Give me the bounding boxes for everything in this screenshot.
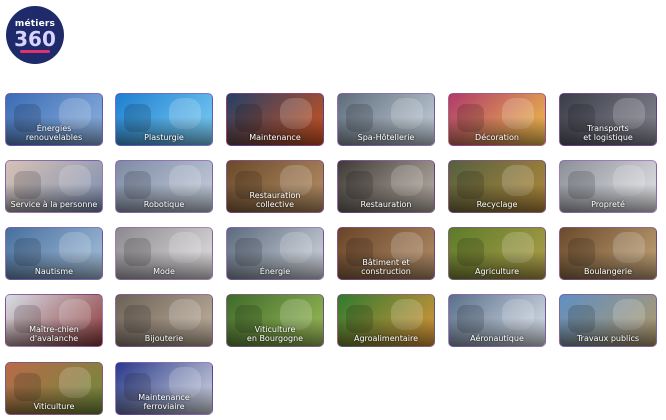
job-tile[interactable]: Service à la personne [5, 160, 103, 213]
tile-label: Maintenance [249, 133, 301, 142]
job-tile[interactable]: Propreté [559, 160, 657, 213]
tile-label: Viticulture [33, 402, 75, 411]
job-tile[interactable]: Recyclage [448, 160, 546, 213]
logo-underline [20, 49, 50, 53]
job-tile[interactable]: Viticulture [5, 362, 103, 415]
tile-label: Viticulture en Bourgogne [246, 325, 304, 343]
job-tile[interactable]: Nautisme [5, 227, 103, 280]
job-tile[interactable]: Maintenance ferroviaire [115, 362, 213, 415]
tile-label: Aéronautique [470, 334, 524, 343]
tile-label: Transports et logistique [583, 124, 633, 142]
tile-label: Restauration [360, 200, 412, 209]
job-tile[interactable]: Maître-chien d'avalanche [5, 294, 103, 347]
tile-label: Bijouterie [144, 334, 184, 343]
job-tile[interactable]: Transports et logistique [559, 93, 657, 146]
tile-label: Énergie [259, 267, 291, 276]
job-tile[interactable]: Restauration [337, 160, 435, 213]
tile-label: Mode [153, 267, 175, 276]
tile-label: Spa-Hôtellerie [357, 133, 415, 142]
tile-label: Maintenance ferroviaire [138, 393, 190, 411]
job-tile[interactable]: Agriculture [448, 227, 546, 280]
job-tile[interactable]: Viticulture en Bourgogne [226, 294, 324, 347]
job-tile[interactable]: Bâtiment et construction [337, 227, 435, 280]
job-tile[interactable]: Plasturgie [115, 93, 213, 146]
job-tile[interactable]: Énergies renouvelables [5, 93, 103, 146]
tile-label: Énergies renouvelables [25, 124, 83, 142]
job-tile[interactable]: Restauration collective [226, 160, 324, 213]
tile-label: Décoration [475, 133, 519, 142]
job-tile[interactable]: Travaux publics [559, 294, 657, 347]
metiers-360-logo[interactable]: métiers 360 [6, 6, 64, 64]
tile-label: Plasturgie [144, 133, 184, 142]
tile-label: Service à la personne [10, 200, 98, 209]
tile-label: Recyclage [476, 200, 518, 209]
job-tile[interactable]: Robotique [115, 160, 213, 213]
tile-label: Restauration collective [249, 191, 301, 209]
job-category-grid: Énergies renouvelables Plasturgie Maintena… [5, 93, 661, 418]
tile-label: Agroalimentaire [354, 334, 418, 343]
tile-label: Agriculture [475, 267, 519, 276]
job-tile[interactable]: Mode [115, 227, 213, 280]
tile-label: Nautisme [34, 267, 74, 276]
job-tile[interactable]: Aéronautique [448, 294, 546, 347]
job-tile[interactable]: Maintenance [226, 93, 324, 146]
job-tile[interactable]: Énergie [226, 227, 324, 280]
tile-label: Boulangerie [583, 267, 633, 276]
tile-label: Propreté [591, 200, 625, 209]
logo-line2: 360 [14, 26, 56, 51]
tile-label: Maître-chien d'avalanche [29, 325, 79, 343]
job-tile[interactable]: Spa-Hôtellerie [337, 93, 435, 146]
tile-label: Bâtiment et construction [361, 258, 411, 276]
job-tile[interactable]: Bijouterie [115, 294, 213, 347]
job-tile[interactable]: Agroalimentaire [337, 294, 435, 347]
job-tile[interactable]: Boulangerie [559, 227, 657, 280]
tile-label: Robotique [143, 200, 185, 209]
tile-label: Travaux publics [576, 334, 640, 343]
job-tile[interactable]: Décoration [448, 93, 546, 146]
